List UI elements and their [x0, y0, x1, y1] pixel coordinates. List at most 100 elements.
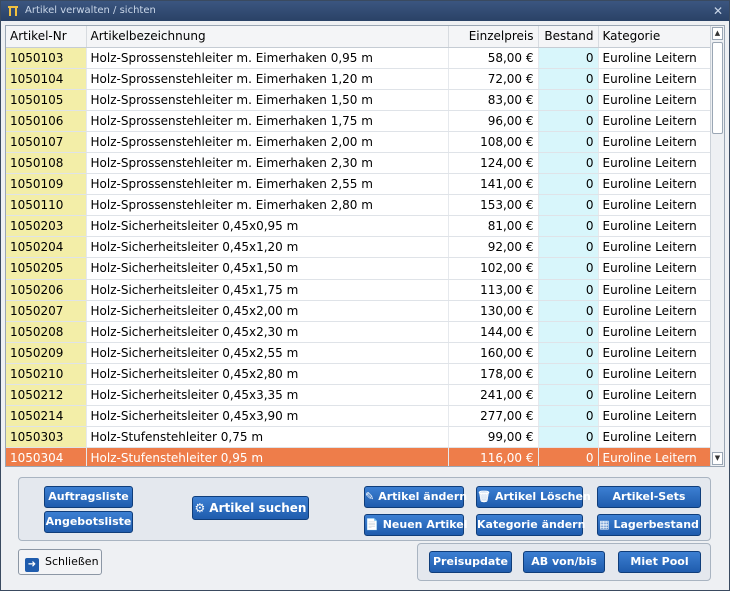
cell-kategorie: Euroline Leitern [598, 321, 712, 343]
lagerbestand-label: Lagerbestand [613, 518, 699, 531]
cell-einzelpreis: 99,00 € [448, 426, 539, 449]
cell-artikel-nr: 1050210 [6, 363, 87, 386]
table-row[interactable]: 1050210 Holz-Sicherheitsleiter 0,45x2,80 … [6, 363, 712, 386]
neuen-artikel-label: Neuen Artikel [382, 518, 468, 531]
column-header-artikel-nr[interactable]: Artikel-Nr [6, 26, 87, 48]
auftragsliste-label: Auftragsliste [48, 490, 129, 503]
cell-einzelpreis: 124,00 € [448, 152, 539, 175]
ab-von-bis-button[interactable]: AB von/bis [523, 551, 605, 573]
cell-artikel-nr: 1050209 [6, 342, 87, 364]
artikel-sets-button[interactable]: Artikel-Sets [597, 486, 701, 508]
table-row[interactable]: 1050105 Holz-Sprossenstehleiter m. Eimerh… [6, 89, 712, 111]
cell-bestand: 0 [538, 342, 599, 364]
cell-kategorie: Euroline Leitern [598, 131, 712, 153]
cell-kategorie: Euroline Leitern [598, 47, 712, 69]
cell-einzelpreis: 160,00 € [448, 342, 539, 364]
cell-bestand: 0 [538, 426, 599, 449]
auftragsliste-button[interactable]: Auftragsliste [44, 486, 133, 508]
cell-artikel-nr: 1050203 [6, 215, 87, 238]
table-row[interactable]: 1050205 Holz-Sicherheitsleiter 0,45x1,50 … [6, 257, 712, 280]
table-row[interactable]: 1050207 Holz-Sicherheitsleiter 0,45x2,00 … [6, 300, 712, 322]
neuen-artikel-button[interactable]: 📄 Neuen Artikel [364, 514, 468, 536]
scroll-thumb[interactable] [712, 42, 723, 134]
column-header-kategorie[interactable]: Kategorie [598, 26, 712, 48]
table-row[interactable]: 1050110 Holz-Sprossenstehleiter m. Eimerh… [6, 194, 712, 217]
close-icon[interactable]: ✕ [713, 1, 723, 21]
cell-einzelpreis: 241,00 € [448, 384, 539, 407]
miet-pool-button[interactable]: Miet Pool [618, 551, 701, 573]
cell-bestand: 0 [538, 47, 599, 69]
artikel-loeschen-button[interactable]: 🗑 Artikel Löschen [476, 486, 591, 508]
cell-artikel-nr: 1050104 [6, 68, 87, 90]
scroll-down-icon[interactable]: ▼ [712, 452, 723, 465]
table-row[interactable]: 1050214 Holz-Sicherheitsleiter 0,45x3,90 … [6, 405, 712, 428]
cell-kategorie: Euroline Leitern [598, 236, 712, 259]
exit-icon: ➜ [25, 558, 39, 572]
table-row[interactable]: 1050106 Holz-Sprossenstehleiter m. Eimerh… [6, 110, 712, 132]
schliessen-button[interactable]: ➜ Schließen [18, 549, 102, 575]
scroll-up-icon[interactable]: ▲ [712, 27, 723, 40]
vertical-scrollbar[interactable]: ▲ ▼ [710, 26, 724, 466]
new-document-icon: 📄 [365, 518, 379, 531]
cell-bestand: 0 [538, 321, 599, 343]
cell-bezeichnung: Holz-Sicherheitsleiter 0,45x1,50 m [86, 257, 449, 280]
cell-einzelpreis: 141,00 € [448, 173, 539, 196]
column-header-bestand[interactable]: Bestand [538, 26, 599, 48]
cell-bestand: 0 [538, 363, 599, 386]
table-row[interactable]: 1050206 Holz-Sicherheitsleiter 0,45x1,75 … [6, 279, 712, 301]
cell-bezeichnung: Holz-Stufenstehleiter 0,75 m [86, 426, 449, 449]
preisupdate-button[interactable]: Preisupdate [429, 551, 512, 573]
cell-kategorie: Euroline Leitern [598, 342, 712, 364]
artikel-suchen-button[interactable]: ⚙ Artikel suchen [192, 496, 309, 520]
cell-bestand: 0 [538, 300, 599, 322]
lagerbestand-button[interactable]: ▦ Lagerbestand [597, 514, 701, 536]
artikel-aendern-label: Artikel ändern [378, 490, 468, 503]
cell-bestand: 0 [538, 110, 599, 132]
table-body: 1050103 Holz-Sprossenstehleiter m. Eimerh… [6, 47, 712, 466]
cell-bezeichnung: Holz-Sicherheitsleiter 0,45x1,75 m [86, 279, 449, 301]
cell-einzelpreis: 144,00 € [448, 321, 539, 343]
table-row[interactable]: 1050203 Holz-Sicherheitsleiter 0,45x0,95 … [6, 215, 712, 238]
artikel-aendern-button[interactable]: ✎ Artikel ändern [364, 486, 468, 508]
table-row[interactable]: 1050204 Holz-Sicherheitsleiter 0,45x1,20 … [6, 236, 712, 259]
binoculars-icon: ⚙ [194, 501, 206, 515]
cell-artikel-nr: 1050107 [6, 131, 87, 153]
kategorie-aendern-button[interactable]: Kategorie ändern [476, 514, 585, 536]
cell-bestand: 0 [538, 215, 599, 238]
table-row[interactable]: 1050108 Holz-Sprossenstehleiter m. Eimerh… [6, 152, 712, 175]
column-header-einzelpreis[interactable]: Einzelpreis [448, 26, 539, 48]
table-row[interactable]: 1050209 Holz-Sicherheitsleiter 0,45x2,55 … [6, 342, 712, 364]
cell-bestand: 0 [538, 257, 599, 280]
angebotsliste-button[interactable]: Angebotsliste [44, 511, 133, 533]
cell-bestand: 0 [538, 194, 599, 217]
cell-bezeichnung: Holz-Sprossenstehleiter m. Eimerhaken 2,… [86, 131, 449, 153]
table-row[interactable]: 1050303 Holz-Stufenstehleiter 0,75 m 99,00… [6, 426, 712, 449]
cell-kategorie: Euroline Leitern [598, 89, 712, 111]
cell-bezeichnung: Holz-Sprossenstehleiter m. Eimerhaken 1,… [86, 110, 449, 132]
schliessen-label: Schließen [45, 555, 99, 568]
column-header-bezeichnung[interactable]: Artikelbezeichnung [86, 26, 449, 48]
cell-einzelpreis: 130,00 € [448, 300, 539, 322]
cell-einzelpreis: 277,00 € [448, 405, 539, 428]
close-area: ➜ Schließen [5, 543, 413, 583]
table-row[interactable]: 1050208 Holz-Sicherheitsleiter 0,45x2,30 … [6, 321, 712, 343]
cell-kategorie: Euroline Leitern [598, 194, 712, 217]
cell-bezeichnung: Holz-Sicherheitsleiter 0,45x2,55 m [86, 342, 449, 364]
cell-bezeichnung: Holz-Stufenstehleiter 0,95 m [86, 447, 449, 466]
cell-artikel-nr: 1050214 [6, 405, 87, 428]
cell-artikel-nr: 1050110 [6, 194, 87, 217]
cell-bezeichnung: Holz-Sprossenstehleiter m. Eimerhaken 0,… [86, 47, 449, 69]
ab-von-bis-label: AB von/bis [531, 555, 597, 568]
table-row[interactable]: 1050103 Holz-Sprossenstehleiter m. Eimerh… [6, 47, 712, 69]
cell-kategorie: Euroline Leitern [598, 300, 712, 322]
table-row[interactable]: 1050109 Holz-Sprossenstehleiter m. Eimerh… [6, 173, 712, 196]
table-row[interactable]: 1050107 Holz-Sprossenstehleiter m. Eimerh… [6, 131, 712, 153]
table-row[interactable]: 1050104 Holz-Sprossenstehleiter m. Eimerh… [6, 68, 712, 90]
cell-kategorie: Euroline Leitern [598, 405, 712, 428]
cell-artikel-nr: 1050207 [6, 300, 87, 322]
table-row[interactable]: 1050304 Holz-Stufenstehleiter 0,95 m 116,0… [6, 447, 712, 466]
angebotsliste-label: Angebotsliste [45, 515, 132, 528]
cell-kategorie: Euroline Leitern [598, 363, 712, 386]
table-row[interactable]: 1050212 Holz-Sicherheitsleiter 0,45x3,35 … [6, 384, 712, 407]
cell-einzelpreis: 81,00 € [448, 215, 539, 238]
